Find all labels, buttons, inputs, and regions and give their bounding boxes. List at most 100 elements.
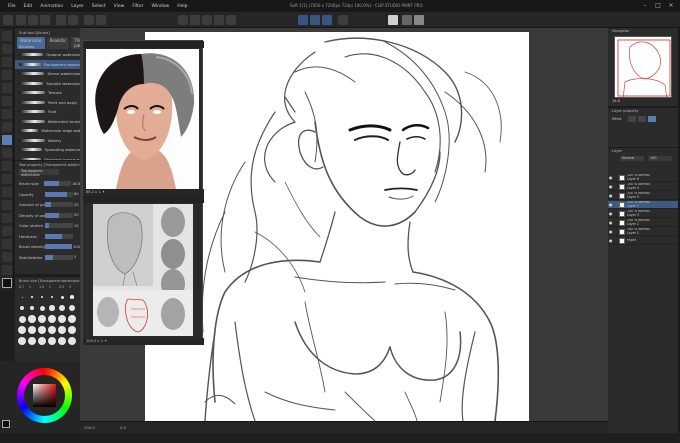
eraser-tool-icon[interactable] [2,174,12,184]
brush-size-preset[interactable] [38,326,46,334]
layer-row[interactable]: ● 100 % Normal Layer 7 [608,201,680,209]
balloon-tool-icon[interactable] [2,265,12,275]
light-gray-color-icon[interactable] [414,15,424,25]
deselect-icon[interactable] [190,15,200,25]
property-slider[interactable] [45,202,73,207]
layer-row[interactable]: ● 100 % Normal Layer 6 [608,174,680,182]
snap-ruler-icon[interactable] [298,15,308,25]
eye-icon[interactable]: ● [609,202,614,207]
gradient-tool-icon[interactable] [2,213,12,223]
brush-size-preset[interactable] [38,315,46,323]
new-icon[interactable] [16,15,26,25]
property-value[interactable]: 16.8 [72,182,80,186]
layer-row[interactable]: ● 100 % Normal Layer 4 [608,183,680,191]
app-icon[interactable] [3,15,13,25]
menu-select[interactable]: Select [92,4,106,9]
brush-item[interactable]: Watercolor edge watercolor [15,126,80,135]
brush-size-number[interactable]: 2 [49,285,51,289]
menu-edit[interactable]: Edit [24,4,33,9]
hand-tool-icon[interactable] [2,44,12,54]
menu-window[interactable]: Window [151,4,169,9]
brush-item[interactable]: Flatt [15,107,80,116]
open-icon[interactable] [28,15,38,25]
layer-row[interactable]: ● 100 % Normal Layer 3 [608,210,680,218]
subtool-tab-realistic[interactable]: Realistic [46,37,70,49]
eye-icon[interactable]: ● [609,184,614,189]
navigator-thumbnail[interactable] [614,36,672,98]
menu-animation[interactable]: Animation [40,4,63,9]
brush-size-number[interactable]: 1 [29,285,31,289]
reference-titlebar[interactable] [83,41,204,48]
reference-zoom-2[interactable]: 100.0 ⌂ 1 ✦ [86,339,107,343]
crop-icon[interactable] [214,15,224,25]
saturation-value-square[interactable] [33,384,56,407]
menu-help[interactable]: Help [177,4,187,9]
maximize-button[interactable]: □ [653,2,663,9]
watercolor-edge-icon[interactable] [638,116,646,122]
blend-mode-select[interactable]: Normal [620,156,644,161]
brush-size-preset[interactable] [59,305,65,311]
layer-color-icon[interactable] [648,116,656,122]
brush-size-preset[interactable] [21,296,23,298]
menu-view[interactable]: View [114,4,125,9]
fill-tool-icon[interactable] [2,200,12,210]
eyedropper-tool-icon[interactable] [2,96,12,106]
property-slider[interactable] [45,223,73,228]
clear-icon[interactable] [84,15,94,25]
invert-selection-icon[interactable] [202,15,212,25]
blend-tool-icon[interactable] [2,187,12,197]
reference-titlebar-2[interactable] [83,196,204,203]
brush-item[interactable]: Paint and apply [15,98,80,107]
angle-readout[interactable]: 0.0 [120,425,126,430]
property-value[interactable]: 20 [74,203,79,207]
hue-ring[interactable] [17,368,72,423]
move-tool-icon[interactable] [2,57,12,67]
menu-layer[interactable]: Layer [71,4,84,9]
brush-size-number[interactable]: 2.5 [59,285,64,289]
undo-icon[interactable] [56,15,66,25]
property-value[interactable]: 80 [74,192,79,196]
ruler-icon[interactable] [338,15,348,25]
layer-row[interactable]: ● 100 % Normal Layer 5 [608,192,680,200]
eye-icon[interactable]: ● [609,220,614,225]
eye-icon[interactable]: ● [609,211,614,216]
white-color-icon[interactable] [388,15,398,25]
property-slider[interactable] [44,244,73,249]
layer-row[interactable]: ● Paper [608,237,680,245]
brush-size-preset[interactable] [38,337,46,345]
brush-size-preset[interactable] [28,337,36,345]
pen-tool-icon[interactable] [2,109,12,119]
property-slider[interactable] [45,212,73,218]
brush-size-preset[interactable] [68,337,76,345]
brush-size-preset[interactable] [28,326,36,334]
zoom-readout[interactable]: 100.0 [84,425,95,430]
brush-size-preset[interactable] [29,305,35,311]
brush-size-number[interactable]: 0.7 [19,285,24,289]
fill-icon[interactable] [96,15,106,25]
layer-row[interactable]: ● 100 % Normal Layer 2 [608,219,680,227]
airbrush-tool-icon[interactable] [2,148,12,158]
border-effect-icon[interactable] [628,116,636,122]
brush-size-number[interactable]: 1.5 [39,285,44,289]
brush-size-preset[interactable] [58,315,66,323]
property-value[interactable]: 50 [74,213,79,217]
eye-icon[interactable]: ● [609,229,614,234]
pencil-tool-icon[interactable] [2,122,12,132]
brush-size-preset[interactable] [58,326,66,334]
layer-opacity-field[interactable]: 100 [648,156,672,161]
lasso-tool-icon[interactable] [2,83,12,93]
brush-item[interactable]: Transparent watercolor [15,59,80,69]
brush-size-preset[interactable] [48,326,56,334]
menu-filter[interactable]: Filter [132,4,143,9]
property-slider[interactable] [44,181,71,186]
brush-size-preset[interactable] [28,315,36,323]
eye-icon[interactable]: ● [609,175,614,180]
brush-item[interactable]: Opaque watercolor [15,50,80,59]
text-tool-icon[interactable] [2,252,12,262]
brush-size-preset[interactable] [18,337,26,345]
zoom-tool-icon[interactable] [2,31,12,41]
property-value[interactable]: 3 [74,255,76,259]
snap-grid-icon[interactable] [310,15,320,25]
brush-size-preset[interactable] [60,295,64,299]
eye-icon[interactable]: ● [609,193,614,198]
